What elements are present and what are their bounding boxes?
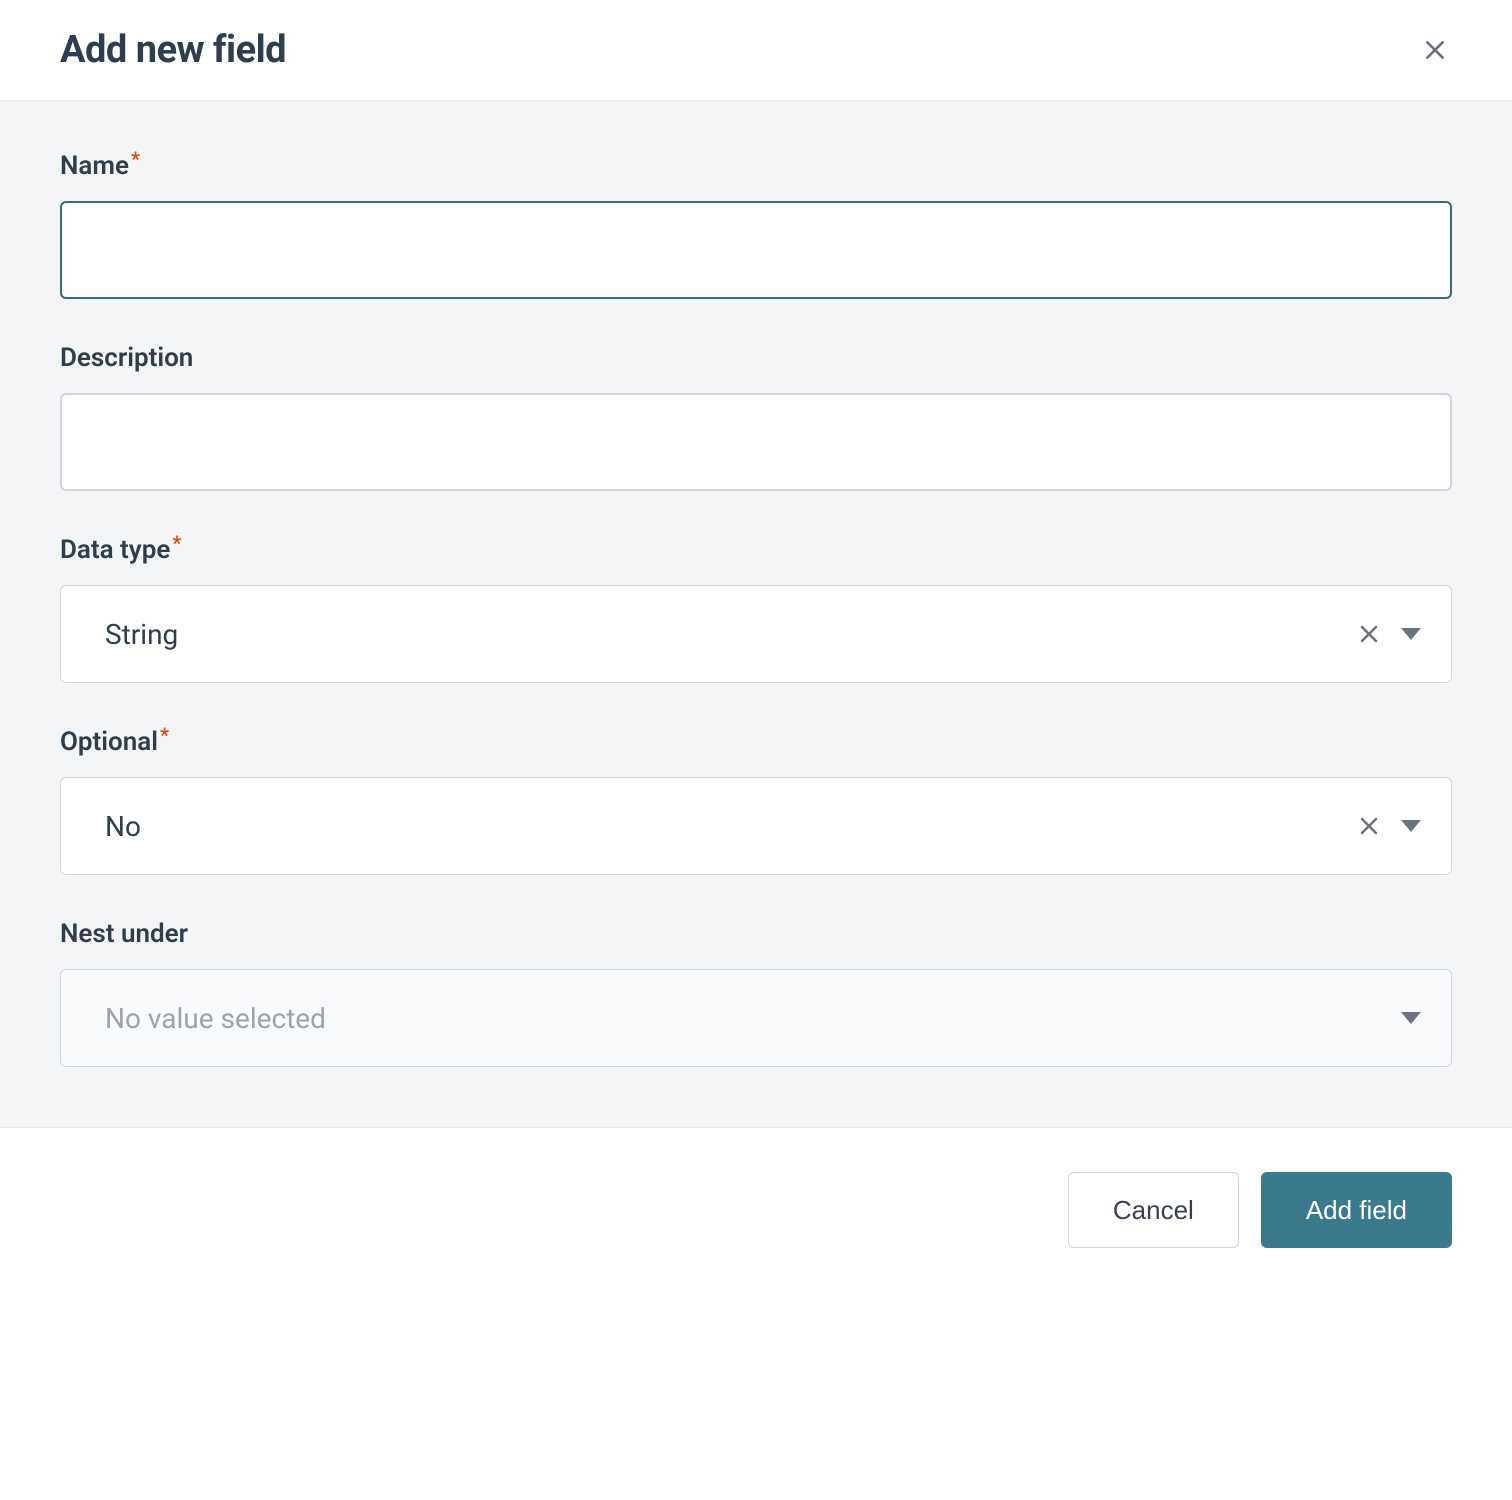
form-group-optional: Optional* No [60,727,1452,875]
optional-label: Optional* [60,727,1452,757]
form-group-name: Name* [60,151,1452,299]
name-label: Name* [60,151,1452,181]
close-button[interactable] [1418,33,1452,67]
close-icon [1357,622,1381,646]
required-star-icon: * [160,723,169,747]
optional-select[interactable]: No [60,777,1452,875]
chevron-down-icon [1401,818,1421,834]
data-type-clear-button[interactable] [1357,622,1381,646]
data-type-selected-value: String [105,618,1357,651]
close-icon [1422,37,1448,63]
required-star-icon: * [131,147,140,171]
nest-under-select[interactable]: No value selected [60,969,1452,1067]
description-label: Description [60,343,1452,373]
add-field-dialog: Add new field Name* Description Data typ… [0,0,1512,1292]
data-type-select[interactable]: String [60,585,1452,683]
dialog-footer: Cancel Add field [0,1127,1512,1292]
data-type-label-text: Data type [60,535,170,565]
nest-under-label: Nest under [60,919,1452,949]
description-input[interactable] [60,393,1452,491]
select-actions [1357,622,1421,646]
nest-under-placeholder: No value selected [105,1002,1401,1035]
dialog-header: Add new field [0,0,1512,101]
cancel-button[interactable]: Cancel [1068,1172,1239,1248]
required-star-icon: * [172,531,181,555]
select-actions [1357,814,1421,838]
chevron-down-icon [1401,1010,1421,1026]
select-actions [1401,1010,1421,1026]
form-group-data-type: Data type* String [60,535,1452,683]
data-type-label: Data type* [60,535,1452,565]
add-field-button[interactable]: Add field [1261,1172,1452,1248]
dialog-body: Name* Description Data type* String [0,101,1512,1127]
form-group-nest-under: Nest under No value selected [60,919,1452,1067]
optional-selected-value: No [105,810,1357,843]
optional-label-text: Optional [60,727,158,757]
form-group-description: Description [60,343,1452,491]
name-input[interactable] [60,201,1452,299]
optional-clear-button[interactable] [1357,814,1381,838]
chevron-down-icon [1401,626,1421,642]
close-icon [1357,814,1381,838]
dialog-title: Add new field [60,28,286,72]
name-label-text: Name [60,151,129,181]
